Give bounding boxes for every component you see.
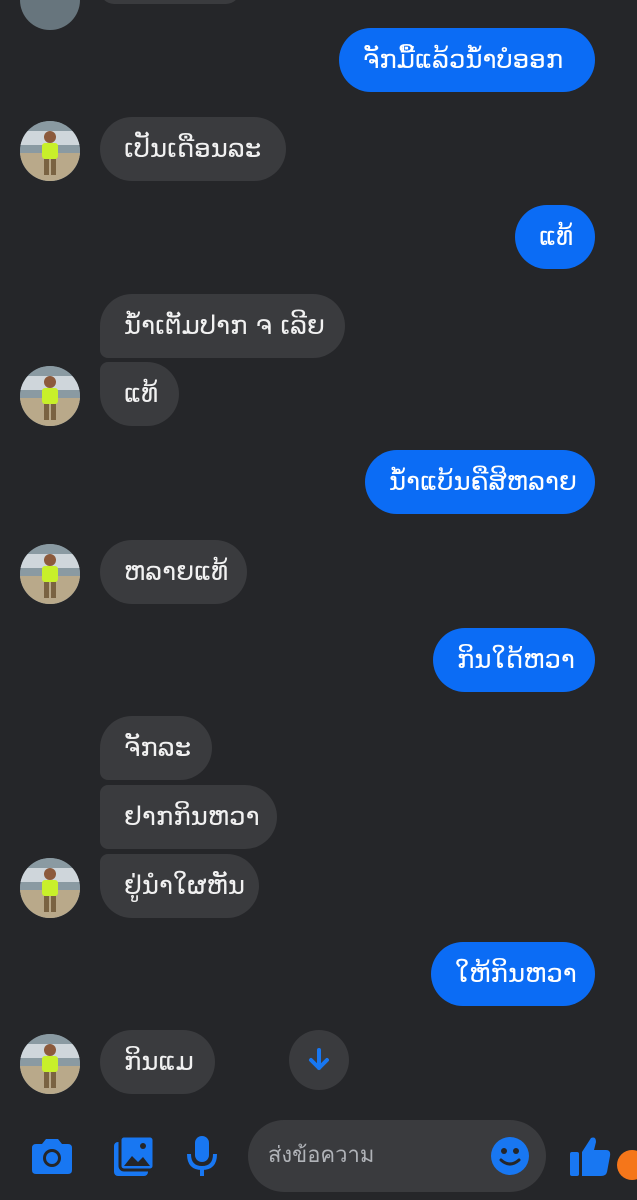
message-text: ຈັກລະ xyxy=(124,733,192,763)
like-button[interactable] xyxy=(566,1132,614,1180)
message-bubble-incoming[interactable]: ຈັກລະ xyxy=(100,716,212,780)
message-bubble-outgoing[interactable]: ກິນໃດ້ຫວາ xyxy=(433,628,595,692)
contact-avatar[interactable] xyxy=(20,544,80,604)
contact-avatar-partial[interactable] xyxy=(20,0,80,30)
message-bubble-incoming[interactable]: ຢາກກິນຫວາ xyxy=(100,785,277,849)
contact-avatar[interactable] xyxy=(20,366,80,426)
message-bubble-outgoing[interactable]: ຈັກມື້ແລ້ວນໍ້າບໍອອກ xyxy=(339,28,595,92)
message-text: ແທ້ xyxy=(539,222,574,252)
message-text: ຢາກກິນຫວາ xyxy=(124,802,260,832)
message-text: ໃຫ້ກິນຫວາ xyxy=(455,959,577,989)
contact-avatar[interactable] xyxy=(20,858,80,918)
emoji-icon[interactable] xyxy=(490,1136,530,1176)
message-input[interactable]: ส่งข้อความ xyxy=(248,1120,546,1192)
contact-avatar[interactable] xyxy=(20,1034,80,1094)
message-bubble-outgoing[interactable]: ແທ້ xyxy=(515,205,595,269)
message-composer: ส่งข้อความ xyxy=(0,1112,637,1200)
message-input-placeholder: ส่งข้อความ xyxy=(268,1143,375,1168)
message-text: ຢູ່ນຳໃຜຫັນ xyxy=(124,871,246,901)
message-text: ນໍ້າແບ້ນຄືສິຫລາຍ xyxy=(389,467,577,497)
microphone-button[interactable] xyxy=(178,1132,226,1180)
microphone-icon xyxy=(187,1136,217,1176)
like-icon xyxy=(570,1137,611,1176)
message-bubble-partial xyxy=(100,0,240,4)
camera-button[interactable] xyxy=(28,1132,76,1180)
message-text: ແທ້ xyxy=(124,379,159,409)
gallery-icon xyxy=(114,1134,156,1176)
message-text: ຈັກມື້ແລ້ວນໍ້າບໍອອກ xyxy=(363,45,564,75)
message-text: ກິນໃດ້ຫວາ xyxy=(457,645,575,675)
message-bubble-outgoing[interactable]: ໃຫ້ກິນຫວາ xyxy=(431,942,595,1006)
message-bubble-incoming[interactable]: ຫລາຍແທ້ xyxy=(100,540,247,604)
message-text: ຫລາຍແທ້ xyxy=(124,557,229,587)
message-bubble-incoming[interactable]: ແທ້ xyxy=(100,362,179,426)
arrow-down-icon xyxy=(309,1048,329,1070)
gallery-button[interactable] xyxy=(110,1132,158,1180)
scroll-to-bottom-button[interactable] xyxy=(289,1030,349,1090)
message-bubble-incoming[interactable]: ຢູ່ນຳໃຜຫັນ xyxy=(100,854,259,918)
message-bubble-incoming[interactable]: ກິນແມ xyxy=(100,1030,215,1094)
camera-icon xyxy=(32,1139,72,1174)
message-text: ກິນແມ xyxy=(124,1047,194,1077)
contact-avatar[interactable] xyxy=(20,121,80,181)
message-text: ນໍ້າເຕັມປາກ ຈ ເລີຍ xyxy=(124,311,325,341)
message-bubble-incoming[interactable]: ເປັນເດືອນລະ xyxy=(100,117,286,181)
message-text: ເປັນເດືອນລະ xyxy=(124,134,262,164)
message-bubble-incoming[interactable]: ນໍ້າເຕັມປາກ ຈ ເລີຍ xyxy=(100,294,345,358)
message-bubble-outgoing[interactable]: ນໍ້າແບ້ນຄືສິຫລາຍ xyxy=(365,450,595,514)
